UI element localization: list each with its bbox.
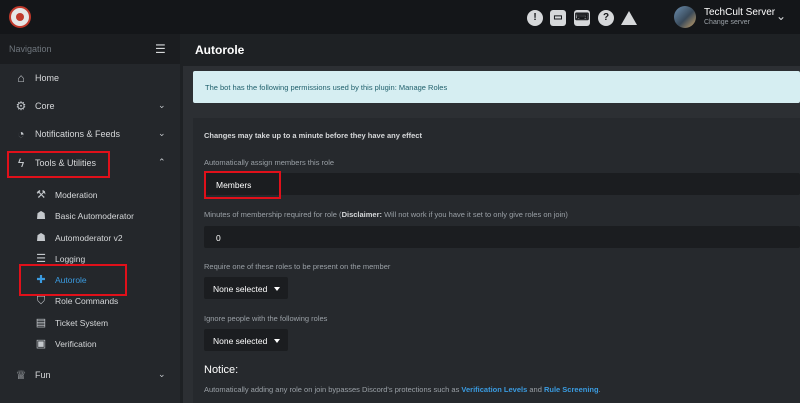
sidebar-title: Navigation xyxy=(9,44,52,54)
sidebar-subitem-role-commands[interactable]: ⛉ Role Commands xyxy=(0,291,180,311)
ignore-roles-label: Ignore people with the following roles xyxy=(204,314,328,323)
require-roles-value: None selected xyxy=(213,284,268,294)
gears-icon: ⚙ xyxy=(15,99,27,113)
sidebar-subitem-ticket-system[interactable]: ▤ Ticket System xyxy=(0,313,180,333)
assign-role-label: Automatically assign members this role xyxy=(204,158,335,167)
hammer-icon: ⚒ xyxy=(36,189,46,201)
sidebar-item-core[interactable]: ⚙ Core ⌄ xyxy=(0,96,180,118)
chat-icon[interactable]: ▭ xyxy=(550,10,566,26)
change-server-link[interactable]: Change server xyxy=(704,19,750,26)
chevron-down-icon: ⌄ xyxy=(158,369,166,379)
sidebar-subitem-label: Basic Automoderator xyxy=(55,211,134,221)
chevron-down-icon[interactable]: ⌄ xyxy=(776,9,786,23)
warning-icon[interactable] xyxy=(621,11,637,25)
id-card-icon: ▣ xyxy=(35,338,47,350)
trophy-icon: ♕ xyxy=(15,368,27,382)
ticket-icon: ▤ xyxy=(35,317,47,329)
permissions-info-box: The bot has the following permissions us… xyxy=(193,71,800,103)
minutes-value: 0 xyxy=(216,233,221,243)
sidebar-subitem-label: Moderation xyxy=(55,190,98,200)
server-avatar[interactable] xyxy=(674,6,696,28)
sidebar-item-label: Home xyxy=(35,73,60,83)
page-title: Autorole xyxy=(195,43,245,57)
sidebar-item-fun[interactable]: ♕ Fun ⌄ xyxy=(0,365,180,387)
sidebar-subitem-label: Logging xyxy=(55,254,86,264)
main-content: Autorole The bot has the following permi… xyxy=(183,34,800,403)
sidebar-subitem-label: Role Commands xyxy=(55,296,119,306)
highlight-box xyxy=(7,151,110,178)
rss-icon: ◔ xyxy=(17,127,25,141)
chevron-down-icon: ⌄ xyxy=(158,100,166,110)
chevron-down-icon: ⌄ xyxy=(158,128,166,138)
require-roles-select[interactable]: None selected xyxy=(204,277,288,299)
sidebar-subitem-basic-automod[interactable]: ☗ Basic Automoderator xyxy=(0,206,180,226)
bulb-icon[interactable]: ! xyxy=(527,10,543,26)
ignore-roles-select[interactable]: None selected xyxy=(204,329,288,351)
highlight-box xyxy=(204,171,281,199)
tags-icon: ⛉ xyxy=(36,295,46,307)
sidebar-subitem-moderation[interactable]: ⚒ Moderation xyxy=(0,185,180,205)
chevron-up-icon: ⌃ xyxy=(158,157,166,167)
app-logo[interactable] xyxy=(9,6,31,28)
sidebar-item-label: Notifications & Feeds xyxy=(35,129,121,139)
top-bar: ! ▭ ⌨ ? TechCult Server Change server ⌄ xyxy=(0,0,800,34)
sidebar-subitem-label: Verification xyxy=(55,339,97,349)
robot-icon: ☗ xyxy=(36,232,46,244)
sidebar-item-notifications[interactable]: ◔ Notifications & Feeds ⌄ xyxy=(0,124,180,146)
page-header: Autorole xyxy=(183,34,800,66)
notice-title: Notice: xyxy=(204,364,239,376)
assign-role-select[interactable]: Members xyxy=(204,173,800,195)
notice-text: Automatically adding any role on join by… xyxy=(204,385,601,394)
sidebar-item-home[interactable]: ⌂ Home xyxy=(0,68,180,90)
sidebar-subitem-label: Ticket System xyxy=(55,318,109,328)
robot-icon: ☗ xyxy=(36,210,46,222)
minutes-label: Minutes of membership required for role … xyxy=(204,210,568,219)
rule-screening-link[interactable]: Rule Screening xyxy=(544,385,599,394)
server-name[interactable]: TechCult Server xyxy=(704,7,775,18)
verification-levels-link[interactable]: Verification Levels xyxy=(461,385,527,394)
settings-panel: Changes may take up to a minute before t… xyxy=(193,118,800,403)
sidebar-item-label: Core xyxy=(35,101,55,111)
sidebar-header: Navigation ☰ xyxy=(0,34,180,64)
minutes-input[interactable]: 0 xyxy=(204,226,800,248)
caret-down-icon xyxy=(274,339,280,343)
hamburger-menu-icon[interactable]: ☰ xyxy=(155,42,166,56)
sidebar-subitem-label: Automoderator v2 xyxy=(55,233,123,243)
permissions-info-text: The bot has the following permissions us… xyxy=(205,83,448,92)
sidebar-subitem-verification[interactable]: ▣ Verification xyxy=(0,334,180,354)
caret-down-icon xyxy=(274,287,280,291)
keyboard-icon[interactable]: ⌨ xyxy=(574,10,590,26)
home-icon: ⌂ xyxy=(17,71,25,85)
help-icon[interactable]: ? xyxy=(598,10,614,26)
sidebar-subitem-automod-v2[interactable]: ☗ Automoderator v2 xyxy=(0,228,180,248)
changes-note: Changes may take up to a minute before t… xyxy=(204,131,422,140)
sidebar-item-label: Fun xyxy=(35,370,51,380)
ignore-roles-value: None selected xyxy=(213,336,268,346)
require-roles-label: Require one of these roles to be present… xyxy=(204,262,391,271)
sidebar: Navigation ☰ ⌂ Home ⚙ Core ⌄ ◔ Notificat… xyxy=(0,34,180,403)
